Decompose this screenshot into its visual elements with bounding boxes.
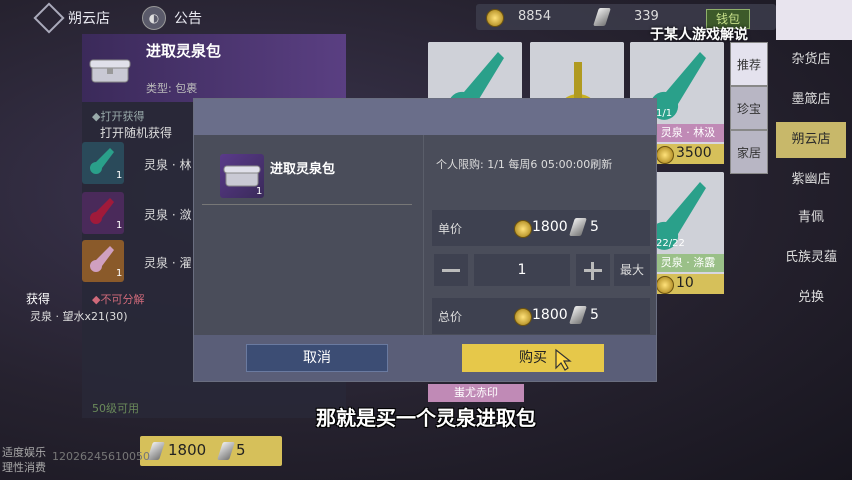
unit-price-label: 单价 xyxy=(438,222,463,236)
divider xyxy=(423,135,424,335)
item-count: 1 xyxy=(116,220,123,231)
open-get-label: ◆打开获得 xyxy=(92,110,145,123)
jade-coin-icon xyxy=(656,146,674,164)
notice-button[interactable]: ◐ 公告 xyxy=(142,6,202,30)
store-item-active[interactable]: 朔云店 xyxy=(776,122,846,158)
silver-value: 5 xyxy=(236,441,246,459)
stock-count: 22/22 xyxy=(656,238,685,249)
silver-amount: 339 xyxy=(634,9,659,24)
cancel-button[interactable]: 取消 xyxy=(246,344,388,372)
obtain-label: 获得 xyxy=(26,292,51,306)
price-value: 1800 xyxy=(168,441,207,459)
store-item[interactable]: 青佩 xyxy=(776,200,846,236)
item-name: 灵泉 · 潋 xyxy=(144,208,192,222)
health-notice-line1: 适度娱乐 xyxy=(2,446,46,459)
corner-panel xyxy=(776,0,852,40)
card-price-value: 10 xyxy=(676,275,694,291)
buy-button[interactable]: 购买 xyxy=(462,344,604,372)
decrease-quantity-button[interactable] xyxy=(434,254,468,286)
minus-icon xyxy=(442,269,460,272)
item-count: 1 xyxy=(256,186,263,197)
unit-silver-value: 5 xyxy=(590,219,599,235)
dialog-item-name: 进取灵泉包 xyxy=(270,162,336,177)
total-silver-value: 5 xyxy=(590,307,599,323)
health-notice-line2: 理性消费 xyxy=(2,461,46,474)
back-label: 朔云店 xyxy=(68,11,110,27)
category-tabs: 推荐 珍宝 家居 xyxy=(730,42,770,196)
watermark: 于某人游戏解说 xyxy=(650,27,748,43)
tab-home[interactable]: 家居 xyxy=(730,130,768,174)
card-label: 灵泉 · 涤露 xyxy=(652,254,724,272)
pointer-cursor-icon xyxy=(555,348,572,371)
back-button[interactable]: 朔云店 xyxy=(33,2,110,34)
unit-price-row: 单价 1800 5 xyxy=(432,210,650,246)
card-label: 蚩尤赤印 xyxy=(428,384,524,402)
store-item[interactable]: 墨箴店 xyxy=(776,82,846,118)
jade-coin-icon xyxy=(656,276,674,294)
dialog-header xyxy=(194,99,656,135)
card-price-value: 3500 xyxy=(676,145,712,161)
divider xyxy=(202,204,412,205)
total-price-row: 总价 1800 5 xyxy=(432,298,650,334)
item-count: 1 xyxy=(116,170,123,181)
quantity-field[interactable]: 1 xyxy=(474,254,570,286)
jade-amount: 8854 xyxy=(518,9,552,24)
total-price-label: 总价 xyxy=(438,310,463,324)
item-type: 类型: 包裹 xyxy=(146,82,198,95)
store-item[interactable]: 氏族灵蕴 xyxy=(776,240,846,276)
silver-ingot-icon xyxy=(569,306,587,324)
silver-ingot-icon xyxy=(569,218,587,236)
megaphone-icon: ◐ xyxy=(142,6,166,30)
item-title: 进取灵泉包 xyxy=(146,42,222,60)
tab-treasure[interactable]: 珍宝 xyxy=(730,86,768,130)
cannot-split-label: ◆不可分解 xyxy=(92,293,145,306)
stock-count: 1/1 xyxy=(656,108,673,119)
jade-coin-icon xyxy=(514,308,532,326)
purchase-limit: 个人限购: 1/1 每周6 05:00:00刷新 xyxy=(436,158,613,171)
card-price: 10 xyxy=(652,274,724,294)
plus-icon-vertical xyxy=(591,262,594,280)
item-name: 灵泉 · 林 xyxy=(144,158,192,172)
item-name: 灵泉 · 濯 xyxy=(144,256,192,270)
chest-icon xyxy=(89,59,131,83)
jade-coin-icon xyxy=(514,220,532,238)
increase-quantity-button[interactable] xyxy=(576,254,610,286)
id-overlay: 12026245610050 xyxy=(52,450,150,463)
tab-recommend[interactable]: 推荐 xyxy=(730,42,768,86)
store-item[interactable]: 兑换 xyxy=(776,280,846,316)
card-price: 3500 xyxy=(652,144,724,164)
card-label: 灵泉 · 林汲 xyxy=(652,124,724,142)
store-item[interactable]: 紫幽店 xyxy=(776,162,846,198)
total-price-value: 1800 xyxy=(532,307,568,323)
back-diamond-icon xyxy=(33,2,65,34)
unit-price-value: 1800 xyxy=(532,219,568,235)
open-random-label: 打开随机获得 xyxy=(100,126,173,140)
item-count: 1 xyxy=(116,268,123,279)
video-subtitle: 那就是买一个灵泉进取包 xyxy=(316,406,536,430)
max-quantity-button[interactable]: 最大 xyxy=(614,254,650,286)
notice-label: 公告 xyxy=(174,11,202,27)
store-item[interactable]: 杂货店 xyxy=(776,42,846,78)
jade-coin-icon xyxy=(486,9,504,27)
obtain-item: 灵泉 · 望水x21(30) xyxy=(30,310,128,323)
